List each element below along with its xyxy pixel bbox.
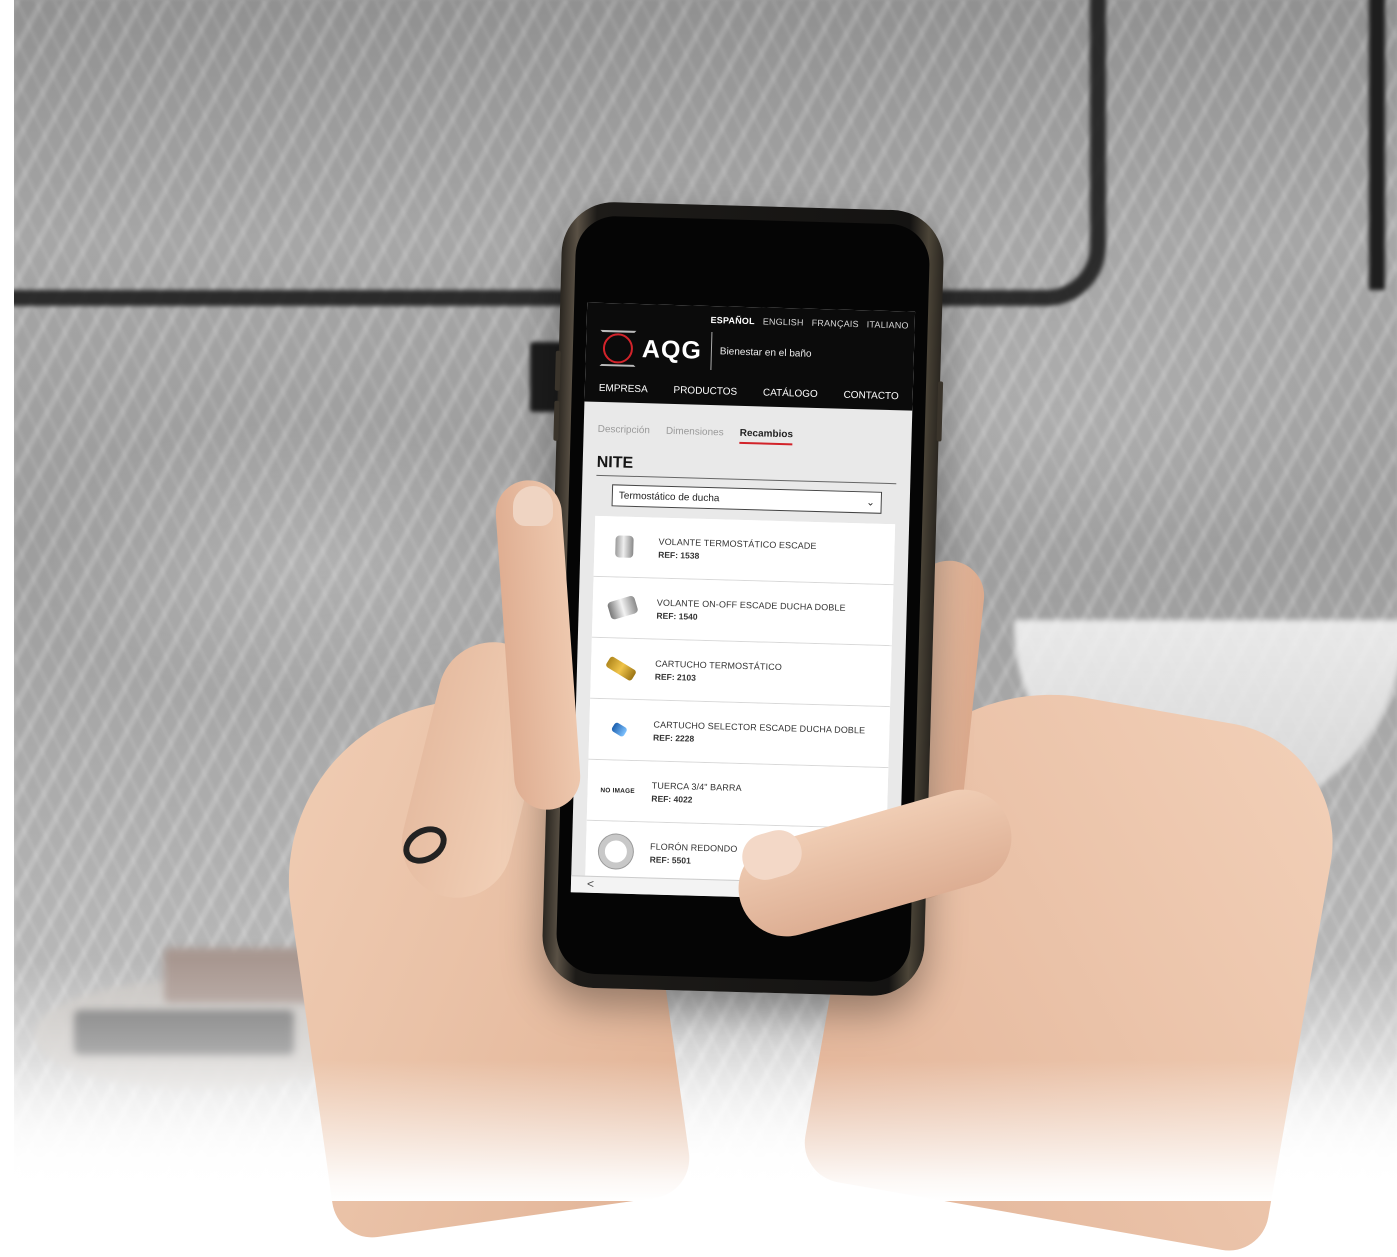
part-ref: REF: 1538 bbox=[658, 549, 700, 561]
logo-divider bbox=[710, 332, 713, 371]
language-bar: ESPAÑOL ENGLISH FRANÇAIS ITALIANO bbox=[710, 315, 908, 331]
part-thumbnail bbox=[588, 699, 650, 761]
selector-icon bbox=[610, 721, 628, 738]
list-item[interactable]: VOLANTE ON-OFF ESCADE DUCHA DOBLE REF: 1… bbox=[591, 576, 894, 647]
lang-francais[interactable]: FRANÇAIS bbox=[812, 318, 859, 329]
list-item[interactable]: CARTUCHO TERMOSTÁTICO REF: 2103 bbox=[590, 637, 892, 708]
part-name: TUERCA 3/4" BARRA bbox=[651, 780, 742, 793]
phone-screen: ESPAÑOL ENGLISH FRANÇAIS ITALIANO AQG Bi… bbox=[570, 302, 916, 902]
part-ref: REF: 1540 bbox=[656, 610, 698, 622]
tab-recambios[interactable]: Recambios bbox=[739, 427, 794, 446]
lever-icon bbox=[606, 595, 639, 621]
part-thumbnail bbox=[592, 577, 654, 639]
logo-text: AQG bbox=[641, 334, 703, 365]
mirror-frame-right bbox=[1369, 0, 1397, 290]
ring-icon bbox=[598, 834, 634, 870]
volume-button bbox=[554, 350, 561, 391]
lang-english[interactable]: ENGLISH bbox=[763, 316, 804, 327]
back-arrow-icon[interactable]: < bbox=[587, 877, 594, 891]
knob-icon bbox=[615, 535, 634, 558]
lang-italiano[interactable]: ITALIANO bbox=[867, 319, 909, 330]
part-name: FLORÓN REDONDO bbox=[649, 841, 738, 854]
cartridge-icon bbox=[605, 655, 637, 682]
nav-productos[interactable]: PRODUCTOS bbox=[673, 385, 737, 398]
part-thumbnail: NO IMAGE bbox=[587, 760, 649, 822]
part-ref: REF: 5501 bbox=[649, 853, 691, 866]
part-thumbnail bbox=[590, 638, 652, 700]
nav-empresa[interactable]: EMPRESA bbox=[599, 383, 648, 395]
brand-logo[interactable]: AQG Bienestar en el baño bbox=[599, 329, 812, 373]
list-item[interactable]: VOLANTE TERMOSTÁTICO ESCADE REF: 1538 bbox=[593, 515, 896, 586]
logo-circle-icon bbox=[599, 329, 637, 367]
list-item[interactable]: CARTUCHO SELECTOR ESCADE DUCHA DOBLE REF… bbox=[588, 698, 891, 769]
volume-button bbox=[553, 400, 560, 441]
fingernail bbox=[513, 486, 553, 526]
nav-catalogo[interactable]: CATÁLOGO bbox=[763, 387, 818, 400]
tab-descripcion[interactable]: Descripción bbox=[597, 424, 651, 441]
site-header: ESPAÑOL ENGLISH FRANÇAIS ITALIANO AQG Bi… bbox=[584, 302, 916, 411]
model-select[interactable]: Termostático de ducha ⌄ bbox=[611, 484, 883, 514]
part-ref: REF: 2103 bbox=[654, 671, 697, 683]
list-item[interactable]: NO IMAGE TUERCA 3/4" BARRA REF: 4022 bbox=[586, 759, 889, 830]
tab-dimensiones[interactable]: Dimensiones bbox=[666, 426, 724, 444]
model-select-value: Termostático de ducha bbox=[618, 489, 720, 504]
tagline: Bienestar en el baño bbox=[719, 345, 812, 360]
no-image-placeholder: NO IMAGE bbox=[600, 786, 635, 795]
main-nav: EMPRESA PRODUCTOS CATÁLOGO CONTACTO bbox=[599, 383, 899, 402]
part-name: CARTUCHO TERMOSTÁTICO bbox=[655, 658, 783, 672]
product-title: NITE bbox=[596, 453, 897, 485]
part-thumbnail bbox=[585, 821, 647, 883]
part-name: VOLANTE TERMOSTÁTICO ESCADE bbox=[658, 536, 817, 551]
chevron-down-icon: ⌄ bbox=[866, 496, 875, 509]
bottom-white-fade bbox=[0, 1060, 1397, 1201]
part-ref: REF: 2228 bbox=[652, 732, 695, 744]
part-thumbnail bbox=[594, 516, 656, 578]
nav-contacto[interactable]: CONTACTO bbox=[843, 390, 898, 403]
part-ref: REF: 4022 bbox=[651, 793, 693, 805]
lang-espanol[interactable]: ESPAÑOL bbox=[710, 315, 755, 326]
